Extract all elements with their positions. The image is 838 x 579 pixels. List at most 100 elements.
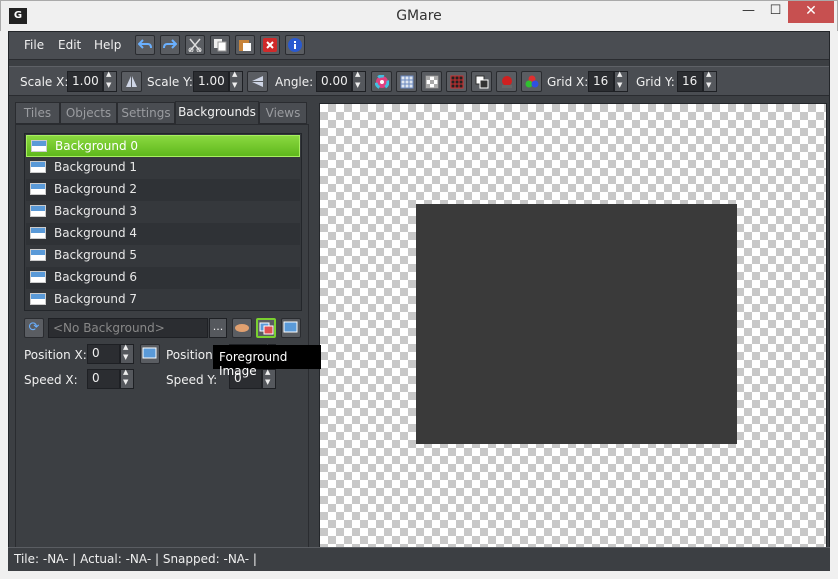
menu-file[interactable]: File [24,38,44,52]
flip-vertical-button[interactable] [247,71,268,92]
color-wheel-icon [374,74,389,89]
list-item[interactable]: Background 3 [26,201,300,223]
close-button[interactable]: ✕ [788,1,834,23]
maximize-button[interactable]: ☐ [762,1,789,23]
scale-x-label: Scale X: [20,75,69,89]
angle-input[interactable]: 0.00 [316,71,352,92]
transparency-grid-button[interactable] [421,71,442,92]
speed-y-label: Speed Y: [166,373,218,387]
delete-button[interactable] [260,35,280,55]
speed-x-label: Speed X: [24,373,78,387]
tooltip: Foreground Image [213,345,321,378]
redo-button[interactable] [160,35,180,55]
room-canvas[interactable] [319,103,827,571]
copy-button[interactable] [210,35,230,55]
flip-horizontal-icon [126,76,137,87]
foreground-image-icon [259,322,274,335]
scale-x-stepper[interactable] [103,70,117,92]
position-x-label: Position X: [24,348,87,362]
paste-icon [239,40,251,51]
info-button[interactable] [285,35,305,55]
title-bar: G GMare — ☐ ✕ [0,0,838,31]
background-image-icon [30,293,46,305]
background-image-icon [30,227,46,239]
scale-y-stepper[interactable] [229,70,243,92]
list-item[interactable]: Background 2 [26,179,300,201]
flip-horizontal-button[interactable] [121,71,142,92]
minimize-button[interactable]: — [735,1,762,23]
room-area[interactable] [416,204,737,444]
position-options-button[interactable] [140,344,160,364]
panel-tabs: Tiles Objects Settings Backgrounds Views [15,101,309,124]
background-image-icon [31,140,47,152]
grid-x-input[interactable]: 16 [588,71,614,92]
oval-icon [235,324,249,332]
list-item[interactable]: Background 5 [26,245,300,267]
position-x-input[interactable]: 0 [87,344,120,364]
stretch-image-button[interactable] [281,318,301,338]
info-icon [288,38,302,52]
menu-help[interactable]: Help [94,38,121,52]
tab-backgrounds[interactable]: Backgrounds [175,101,259,124]
cut-icon [188,38,202,52]
color-wheel-button[interactable] [371,71,392,92]
undo-button[interactable] [135,35,155,55]
layer-button[interactable] [471,71,492,92]
angle-label: Angle: [275,75,314,89]
browse-button[interactable]: ... [209,318,227,338]
menu-edit[interactable]: Edit [58,38,81,52]
background-image-field[interactable]: <No Background> [48,318,208,338]
red-ball-icon [501,75,512,88]
list-item[interactable]: Background 4 [26,223,300,245]
status-bar: Tile: -NA- | Actual: -NA- | Snapped: -NA… [8,547,830,571]
tab-tiles[interactable]: Tiles [15,102,60,124]
scale-y-input[interactable]: 1.00 [193,71,229,92]
list-item[interactable]: Background 6 [26,267,300,289]
redo-icon [163,39,177,49]
background-image-icon [30,249,46,261]
grid-y-label: Grid Y: [636,75,675,89]
layers-icon [475,75,488,88]
scale-y-label: Scale Y: [147,75,193,89]
block-grid-icon [450,75,463,88]
main-window: File Edit Help Scale X: 1.00 ▲ ▼ Scale Y… [8,31,830,571]
flip-vertical-icon [252,76,263,87]
tab-settings[interactable]: Settings [117,102,175,124]
speed-x-input[interactable]: 0 [87,369,120,389]
undo-icon [138,39,152,49]
background-image-icon [30,161,46,173]
image-icon [142,347,157,359]
foreground-image-button[interactable] [256,318,276,338]
tile-background-button[interactable] [232,318,252,338]
color-mix-button[interactable] [521,71,542,92]
speed-x-stepper[interactable] [120,368,134,389]
rgb-circles-icon [525,75,538,87]
background-list[interactable]: Background 0 Background 1 Background 2 B… [24,133,302,311]
angle-stepper[interactable] [352,70,366,92]
grid-button[interactable] [396,71,417,92]
refresh-icon: ⟳ [28,320,40,335]
speed-y-stepper[interactable] [262,368,276,389]
checker-grid-icon [425,75,438,88]
block-grid-button[interactable] [446,71,467,92]
paste-button[interactable] [235,35,255,55]
side-panel: Tiles Objects Settings Backgrounds Views… [15,101,309,566]
list-item[interactable]: Background 0 [26,135,300,157]
background-image-icon [30,183,46,195]
list-item[interactable]: Background 1 [26,157,300,179]
tab-objects[interactable]: Objects [60,102,117,124]
background-image-icon [30,271,46,283]
list-item[interactable]: Background 7 [26,289,300,311]
window-title: GMare [396,8,442,24]
objects-toggle-button[interactable] [496,71,517,92]
grid-y-stepper[interactable] [703,70,717,92]
refresh-button[interactable]: ⟳ [24,318,44,338]
grid-y-input[interactable]: 16 [677,71,703,92]
scale-x-input[interactable]: 1.00 [67,71,103,92]
cut-button[interactable] [185,35,205,55]
tab-views[interactable]: Views [259,102,307,124]
position-x-stepper[interactable] [120,343,134,364]
background-image-icon [30,205,46,217]
grid-x-stepper[interactable] [614,70,628,92]
menu-bar: File Edit Help [9,32,829,60]
